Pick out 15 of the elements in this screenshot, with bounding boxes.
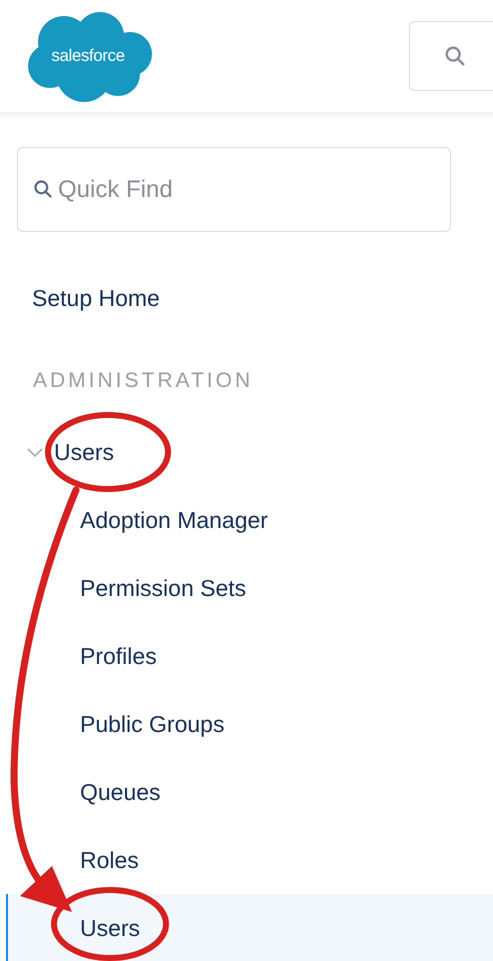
tree-item[interactable]: Adoption Manager (6, 486, 493, 554)
tree-item[interactable]: Users (6, 894, 493, 961)
quick-find-field[interactable]: Quick Find (17, 147, 451, 232)
global-search-field[interactable] (409, 21, 493, 91)
tree-item[interactable]: Permission Sets (6, 554, 493, 622)
tree-item[interactable]: Profiles (6, 622, 493, 690)
nav-item[interactable]: Setup Home (0, 268, 493, 328)
tree-item[interactable]: Queues (6, 758, 493, 826)
tree-item[interactable]: Public Groups (6, 690, 493, 758)
search-icon (444, 45, 466, 67)
logo: salesforce (22, 8, 154, 104)
section-heading: ADMINISTRATION (32, 368, 254, 394)
search-icon (33, 179, 53, 199)
tree-item[interactable]: Roles (6, 826, 493, 894)
tree-item[interactable]: Users (54, 434, 114, 470)
